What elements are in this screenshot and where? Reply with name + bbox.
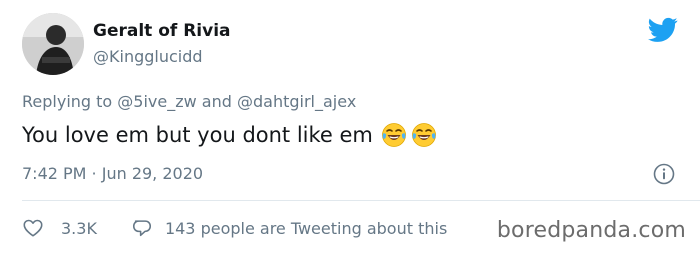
mention-link[interactable]: @dahtgirl_ajex: [237, 92, 356, 111]
like-count: 3.3K: [61, 218, 97, 238]
twitter-bird-icon[interactable]: [648, 17, 678, 43]
replying-to-line: Replying to @5ive_zw and @dahtgirl_ajex: [22, 92, 356, 111]
tweet-text: You love em but you dont like em: [22, 122, 437, 148]
tears-of-joy-emoji-icon: [381, 123, 406, 147]
avatar[interactable]: [22, 13, 84, 75]
like-button[interactable]: 3.3K: [22, 217, 97, 239]
speech-bubble-icon: [132, 220, 151, 237]
info-icon[interactable]: [653, 163, 675, 185]
user-avatar-photo: [22, 13, 84, 75]
conversation-button[interactable]: 143 people are Tweeting about this: [131, 217, 447, 239]
replying-prefix: Replying to: [22, 92, 118, 111]
heart-icon: [23, 219, 43, 237]
replying-joiner: and: [196, 92, 237, 111]
tweeting-about-this-label: 143 people are Tweeting about this: [164, 218, 448, 238]
tears-of-joy-emoji-icon: [411, 123, 436, 147]
action-bar: 3.3K 143 people are Tweeting about this: [22, 215, 447, 241]
watermark: boredpanda.com: [496, 218, 686, 243]
user-handle[interactable]: @Kingglucidd: [93, 47, 203, 66]
mention-link[interactable]: @5ive_zw: [117, 92, 196, 111]
tweet-body: You love em but you dont like em: [22, 123, 373, 147]
divider: [22, 200, 700, 201]
display-name[interactable]: Geralt of Rivia: [93, 21, 231, 41]
timestamp[interactable]: 7:42 PM · Jun 29, 2020: [22, 164, 203, 183]
